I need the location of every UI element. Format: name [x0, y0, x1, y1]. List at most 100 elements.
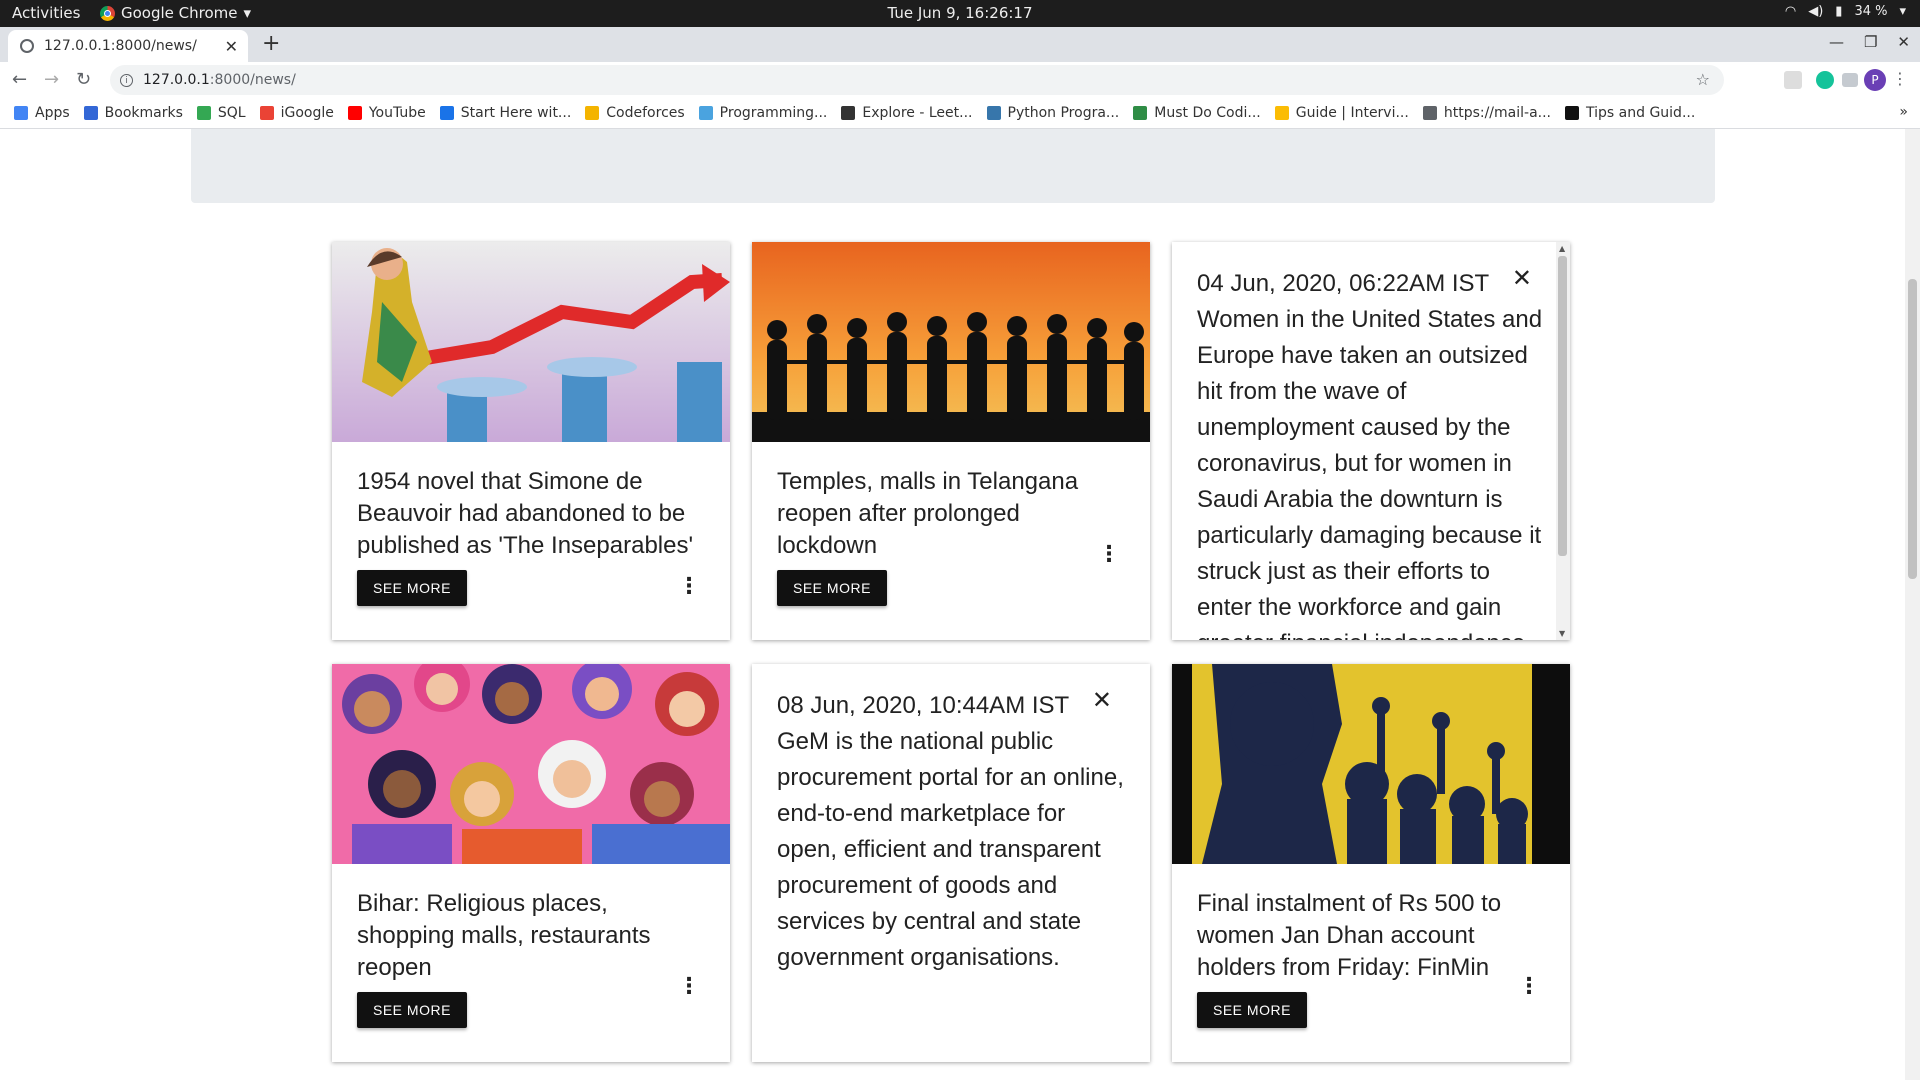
- codeforces-icon: [585, 106, 600, 120]
- bookmark-label: Python Progra...: [1007, 105, 1120, 121]
- sql-icon: [196, 106, 211, 120]
- url-path: :8000/news/: [209, 72, 296, 88]
- chrome-menu-icon[interactable]: ⋮: [1892, 69, 1908, 88]
- close-icon[interactable]: ✕: [1512, 264, 1532, 292]
- site-info-icon[interactable]: i: [120, 73, 133, 87]
- news-headline: 1954 novel that Simone de Beauvoir had a…: [357, 468, 694, 559]
- more-options-icon[interactable]: ⋮: [678, 576, 700, 598]
- eyedropper-extension-icon[interactable]: [1784, 71, 1802, 89]
- news-card: Final instalment of Rs 500 to women Jan …: [1172, 664, 1570, 1062]
- hackerrank-icon: [1565, 106, 1580, 120]
- back-arrow-icon[interactable]: ←: [12, 69, 27, 90]
- bookmark-item[interactable]: Bookmarks: [83, 105, 183, 121]
- bookmark-label: https://mail-a...: [1443, 105, 1552, 121]
- bookmark-item[interactable]: Tips and Guid...: [1565, 105, 1695, 121]
- news-headline: Temples, malls in Telangana reopen after…: [777, 468, 1079, 559]
- news-date: 08 Jun, 2020, 10:44AM IST: [777, 692, 1070, 719]
- see-more-button[interactable]: SEE MORE: [357, 570, 467, 606]
- tab-strip: 127.0.0.1:8000/news/ ✕ + — ❐ ✕: [0, 27, 1920, 62]
- bookmark-item[interactable]: iGoogle: [259, 105, 334, 121]
- card-scrollbar[interactable]: ▲ ▼: [1556, 242, 1570, 640]
- minimize-icon[interactable]: —: [1829, 33, 1844, 51]
- system-tray[interactable]: ◠ ◀) ▮ 34 % ▾: [1785, 4, 1906, 19]
- news-headline: Bihar: Religious places, shopping malls,…: [357, 890, 651, 981]
- more-options-icon[interactable]: ⋮: [1098, 544, 1120, 566]
- bookmark-item[interactable]: SQL: [196, 105, 246, 121]
- close-window-icon[interactable]: ✕: [1897, 33, 1910, 51]
- bookmark-star-icon[interactable]: ☆: [1696, 70, 1710, 89]
- reload-icon[interactable]: ↻: [76, 69, 91, 90]
- bookmark-item[interactable]: Must Do Codi...: [1133, 105, 1261, 121]
- close-icon[interactable]: ✕: [1092, 686, 1112, 714]
- news-image: [332, 664, 730, 864]
- bookmark-item[interactable]: YouTube: [347, 105, 426, 121]
- bookmark-item[interactable]: Codeforces: [585, 105, 685, 121]
- page-scrollbar[interactable]: [1905, 129, 1920, 1080]
- bookmark-item[interactable]: https://mail-a...: [1422, 105, 1552, 121]
- system-top-bar: Activities Google Chrome ▾ Tue Jun 9, 16…: [0, 0, 1920, 27]
- google-icon: [259, 106, 274, 120]
- bookmarks-bar: Apps Bookmarks SQL iGoogle YouTube Start Here…: [0, 98, 1920, 129]
- window-controls: — ❐ ✕: [1829, 33, 1910, 51]
- gfg-icon: [1133, 106, 1148, 120]
- url-host: 127.0.0.1: [143, 72, 210, 88]
- news-card-revealed: 04 Jun, 2020, 06:22AM IST Women in the U…: [1172, 242, 1570, 640]
- clock[interactable]: Tue Jun 9, 16:26:17: [0, 4, 1920, 22]
- new-tab-button[interactable]: +: [262, 31, 280, 56]
- battery-percent: 34 %: [1854, 4, 1888, 19]
- close-tab-icon[interactable]: ✕: [225, 37, 238, 56]
- news-reveal[interactable]: 08 Jun, 2020, 10:44AM IST GeM is the nat…: [752, 664, 1150, 1000]
- address-bar[interactable]: i 127.0.0.1:8000/news/ ☆: [110, 65, 1724, 95]
- scroll-down-icon[interactable]: ▼: [1559, 629, 1565, 638]
- ib-icon: [698, 106, 713, 120]
- page-scroll-thumb[interactable]: [1908, 279, 1917, 579]
- bookmark-label: Must Do Codi...: [1154, 105, 1261, 121]
- grammarly-extension-icon[interactable]: [1816, 71, 1834, 89]
- more-options-icon[interactable]: ⋮: [678, 976, 700, 998]
- news-image: [332, 242, 730, 442]
- profile-avatar[interactable]: P: [1864, 69, 1886, 91]
- see-more-button[interactable]: SEE MORE: [777, 570, 887, 606]
- python-icon: [986, 106, 1001, 120]
- browser-tab[interactable]: 127.0.0.1:8000/news/ ✕: [8, 30, 248, 62]
- bookmark-label: SQL: [217, 105, 246, 121]
- cast-extension-icon[interactable]: [1842, 73, 1858, 87]
- bookmark-item[interactable]: Guide | Intervi...: [1274, 105, 1409, 121]
- news-card: 1954 novel that Simone de Beauvoir had a…: [332, 242, 730, 640]
- bookmark-item[interactable]: Apps: [14, 105, 70, 121]
- globe-icon: [20, 39, 34, 53]
- leetcode-icon: [841, 106, 856, 120]
- blue-circle-icon: [439, 106, 454, 120]
- news-image: [1172, 664, 1570, 864]
- forward-arrow-icon[interactable]: →: [44, 69, 59, 90]
- more-options-icon[interactable]: ⋮: [1518, 976, 1540, 998]
- bookmark-item[interactable]: Start Here wit...: [439, 105, 572, 121]
- news-summary: GeM is the national public procurement p…: [777, 728, 1124, 971]
- news-date: 04 Jun, 2020, 06:22AM IST: [1197, 270, 1490, 297]
- bookmark-label: iGoogle: [280, 105, 334, 121]
- bookmark-item[interactable]: Programming...: [698, 105, 827, 121]
- bookmark-item[interactable]: Python Progra...: [986, 105, 1120, 121]
- news-card: Temples, malls in Telangana reopen after…: [752, 242, 1150, 640]
- browser-toolbar: ← → ↻ i 127.0.0.1:8000/news/ ☆ P ⋮: [0, 62, 1920, 98]
- bookmark-label: Tips and Guid...: [1586, 105, 1696, 121]
- scroll-up-icon[interactable]: ▲: [1559, 244, 1565, 253]
- tray-caret-icon: ▾: [1899, 4, 1906, 19]
- restore-icon[interactable]: ❐: [1864, 33, 1877, 51]
- see-more-button[interactable]: SEE MORE: [1197, 992, 1307, 1028]
- news-card-revealed: 08 Jun, 2020, 10:44AM IST GeM is the nat…: [752, 664, 1150, 1062]
- bookmark-label: YouTube: [368, 105, 426, 121]
- news-headline: Final instalment of Rs 500 to women Jan …: [1197, 890, 1502, 981]
- more-bookmarks-icon[interactable]: »: [1899, 104, 1908, 120]
- bookmark-label: Start Here wit...: [460, 105, 572, 121]
- url-text[interactable]: 127.0.0.1:8000/news/: [143, 72, 296, 88]
- bookmark-item[interactable]: Explore - Leet...: [841, 105, 973, 121]
- news-reveal[interactable]: 04 Jun, 2020, 06:22AM IST Women in the U…: [1172, 242, 1570, 640]
- battery-icon: ▮: [1835, 4, 1843, 19]
- card-scroll-thumb[interactable]: [1558, 256, 1567, 556]
- bookmark-label: Explore - Leet...: [862, 105, 973, 121]
- bookmark-label: Bookmarks: [104, 105, 183, 121]
- header-jumbotron: [191, 129, 1715, 203]
- see-more-button[interactable]: SEE MORE: [357, 992, 467, 1028]
- star-icon: [83, 106, 98, 120]
